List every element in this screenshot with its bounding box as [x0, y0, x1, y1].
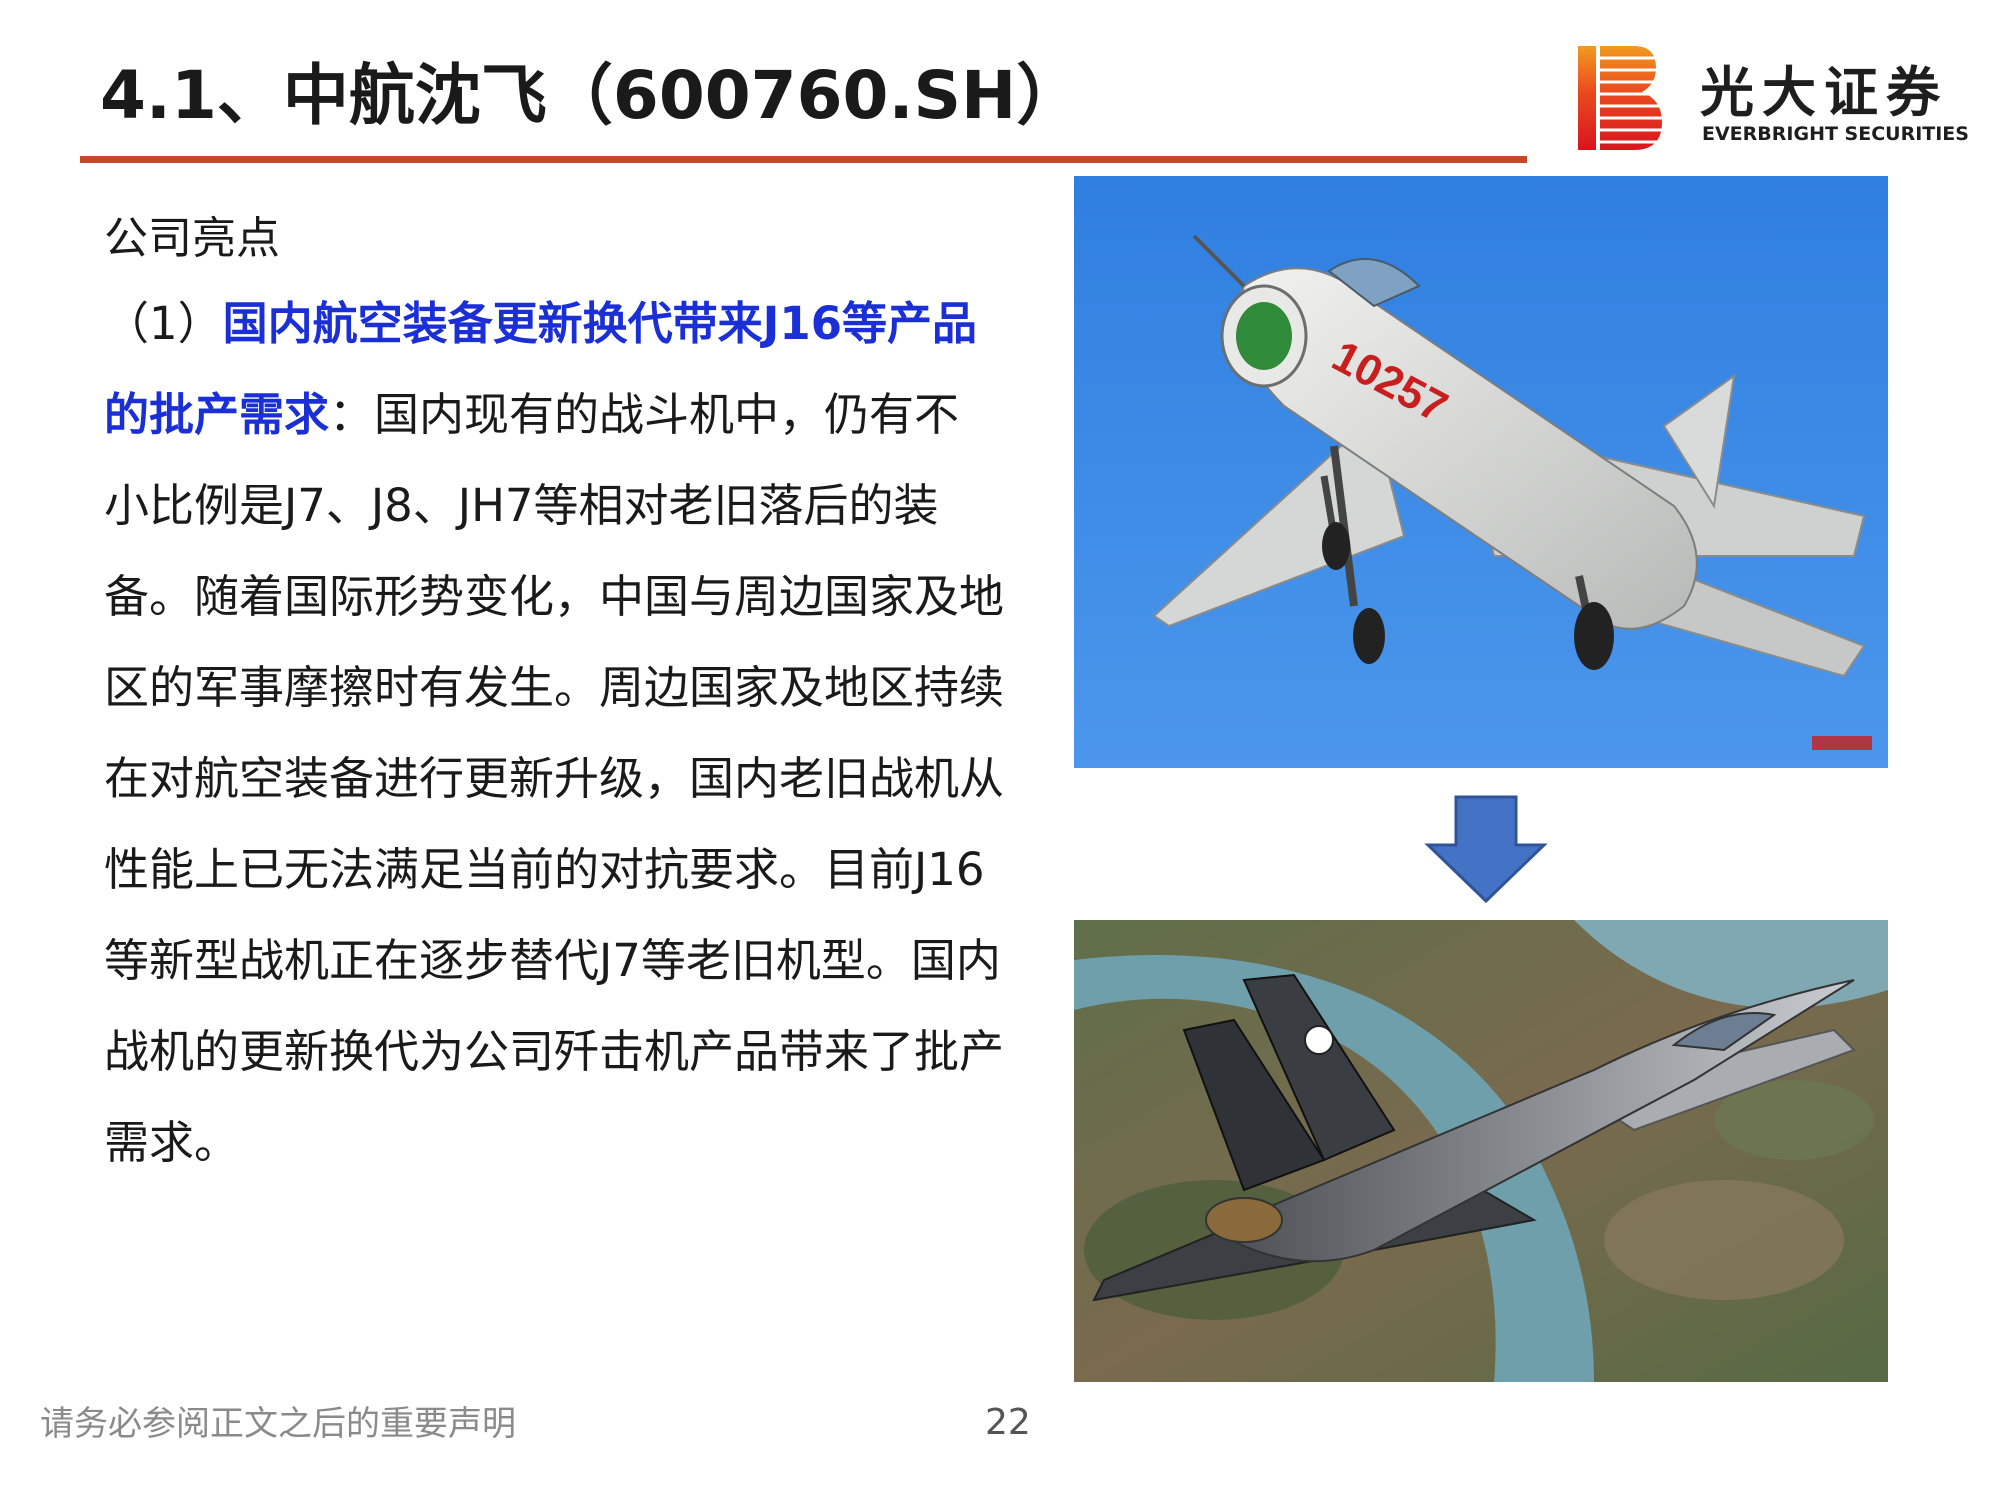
- section-label: 公司亮点: [104, 213, 280, 264]
- point-body: 国内现有的战斗机中，仍有不小比例是J7、J8、JH7等相对老旧落后的装备。随着国…: [104, 388, 1005, 1169]
- page-title: 4.1、中航沈飞（600760.SH）: [100, 57, 1083, 134]
- title-underline: [80, 156, 1527, 163]
- logo-chinese-name: 光大证券: [1700, 61, 1948, 124]
- j16-fighter-photo: [1074, 920, 1888, 1382]
- company-logo: 光大证券 EVERBRIGHT SECURITIES: [1578, 46, 1969, 156]
- page-number: 22: [985, 1402, 1031, 1443]
- j7-fighter-photo: 10257: [1074, 176, 1888, 768]
- logo-english-name: EVERBRIGHT SECURITIES: [1702, 123, 1969, 145]
- disclaimer-note: 请务必参阅正文之后的重要声明: [40, 1404, 516, 1444]
- point-colon: ：: [329, 388, 375, 441]
- point-prefix: （1）: [104, 297, 223, 350]
- everbright-logo-icon: [1578, 46, 1662, 150]
- highlight-paragraph: （1）国内航空装备更新换代带来J16等产品的批产需求：国内现有的战斗机中，仍有不…: [104, 278, 1004, 1188]
- down-arrow-icon: [1424, 795, 1548, 904]
